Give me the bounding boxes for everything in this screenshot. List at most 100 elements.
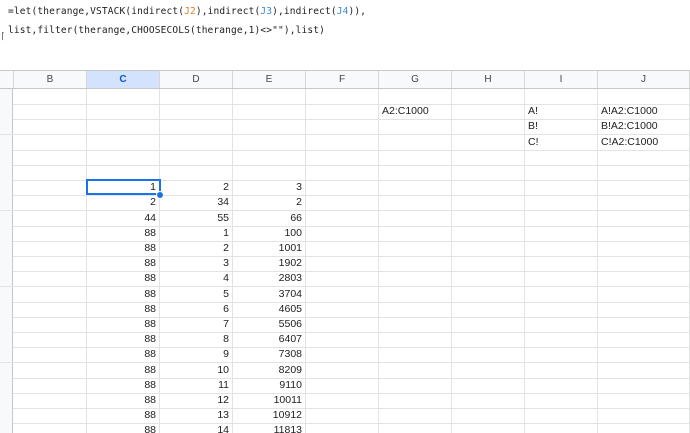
column-header-h[interactable]: H (452, 71, 525, 88)
row-header[interactable] (0, 347, 13, 363)
cell-j[interactable] (598, 180, 690, 196)
cell-g[interactable] (379, 195, 452, 211)
cell-i[interactable] (525, 165, 598, 180)
cell-f[interactable] (306, 225, 379, 241)
row-header[interactable] (0, 104, 13, 120)
cell-g[interactable] (379, 149, 452, 165)
cell-h[interactable] (452, 119, 525, 135)
cell-i[interactable] (525, 256, 598, 272)
cell-f[interactable] (306, 317, 379, 332)
cell-c[interactable]: 88 (87, 225, 160, 241)
cell-i[interactable] (525, 271, 598, 287)
cell-g[interactable] (379, 180, 452, 196)
row-header[interactable] (0, 195, 13, 211)
cell-j[interactable]: B!A2:C1000 (598, 119, 690, 135)
cell-c[interactable]: 88 (87, 271, 160, 287)
cell-g[interactable] (379, 286, 452, 302)
row-header[interactable] (0, 317, 13, 332)
cell-f[interactable] (306, 210, 379, 226)
cell-d[interactable]: 2 (160, 241, 233, 256)
cell-h[interactable] (452, 195, 525, 211)
cell-c[interactable]: 2 (87, 195, 160, 211)
cell-i[interactable] (525, 317, 598, 332)
cell-d[interactable]: 13 (160, 408, 233, 424)
cell-i[interactable]: B! (525, 119, 598, 135)
cell-f[interactable] (306, 347, 379, 363)
cell-e[interactable]: 5506 (233, 317, 306, 332)
cell-e[interactable]: 11813 (233, 423, 306, 433)
select-all-corner[interactable] (0, 71, 14, 88)
row-header[interactable] (0, 180, 13, 196)
cell-h[interactable] (452, 256, 525, 272)
cell-b[interactable] (14, 408, 87, 424)
cell-f[interactable] (306, 134, 379, 150)
cell-f[interactable] (306, 393, 379, 408)
cell-g[interactable] (379, 165, 452, 180)
cell-b[interactable] (14, 317, 87, 332)
cell-j[interactable] (598, 210, 690, 226)
cell-b[interactable] (14, 256, 87, 272)
cell-c[interactable]: 44 (87, 210, 160, 226)
cell-b[interactable] (14, 393, 87, 408)
column-header-j[interactable]: J (598, 71, 690, 88)
cell-c[interactable] (87, 165, 160, 180)
cell-c[interactable]: 88 (87, 408, 160, 424)
cell-e[interactable] (233, 134, 306, 150)
cell-grid[interactable]: A2:C1000 A! A!A2:C1000 B! B!A2:C1000 C! C!A2:C… (0, 89, 690, 433)
cell-g[interactable] (379, 210, 452, 226)
row-header[interactable] (0, 256, 13, 272)
row-header[interactable] (0, 149, 13, 165)
cell-f[interactable] (306, 195, 379, 211)
cell-b[interactable] (14, 271, 87, 287)
cell-b[interactable] (14, 195, 87, 211)
cell-e[interactable]: 2 (233, 195, 306, 211)
cell-b[interactable] (14, 347, 87, 363)
cell-i[interactable] (525, 195, 598, 211)
cell-h[interactable] (452, 225, 525, 241)
cell-i[interactable] (525, 210, 598, 226)
cell-b[interactable] (14, 332, 87, 348)
cell-h[interactable] (452, 210, 525, 226)
cell-g[interactable] (379, 362, 452, 378)
row-header[interactable] (0, 210, 13, 226)
cell-d[interactable]: 7 (160, 317, 233, 332)
cell-e[interactable]: 3 (233, 180, 306, 196)
cell-c[interactable]: 88 (87, 347, 160, 363)
cell-c[interactable]: 88 (87, 241, 160, 256)
cell-b[interactable] (14, 104, 87, 120)
cell-g[interactable] (379, 332, 452, 348)
cell-i[interactable] (525, 332, 598, 348)
cell-f[interactable] (306, 408, 379, 424)
cell-i[interactable] (525, 286, 598, 302)
cell-d[interactable]: 1 (160, 225, 233, 241)
cell-e[interactable] (233, 165, 306, 180)
cell-g[interactable] (379, 225, 452, 241)
row-header[interactable] (0, 301, 13, 317)
cell-f[interactable] (306, 119, 379, 135)
column-header-g[interactable]: G (379, 71, 452, 88)
cell-g[interactable] (379, 241, 452, 256)
cell-d[interactable] (160, 119, 233, 135)
cell-j[interactable] (598, 165, 690, 180)
cell-f[interactable] (306, 377, 379, 393)
cell-c[interactable]: 88 (87, 423, 160, 433)
cell-e[interactable]: 9110 (233, 377, 306, 393)
cell-h[interactable] (452, 104, 525, 120)
cell-e[interactable]: 7308 (233, 347, 306, 363)
cell-e[interactable] (233, 104, 306, 120)
cell-b[interactable] (14, 89, 87, 104)
cell-h[interactable] (452, 332, 525, 348)
cell-d[interactable]: 11 (160, 377, 233, 393)
cell-g[interactable] (379, 347, 452, 363)
cell-h[interactable] (452, 134, 525, 150)
cell-d[interactable]: 6 (160, 301, 233, 317)
cell-h[interactable] (452, 89, 525, 104)
row-header[interactable] (0, 423, 13, 433)
formula-line-1[interactable]: =let(therange,VSTACK(indirect(J2),indire… (8, 6, 366, 17)
cell-i[interactable] (525, 301, 598, 317)
cell-j[interactable] (598, 408, 690, 424)
cell-j[interactable]: A!A2:C1000 (598, 104, 690, 120)
cell-h[interactable] (452, 423, 525, 433)
cell-j[interactable] (598, 225, 690, 241)
cell-g[interactable] (379, 134, 452, 150)
